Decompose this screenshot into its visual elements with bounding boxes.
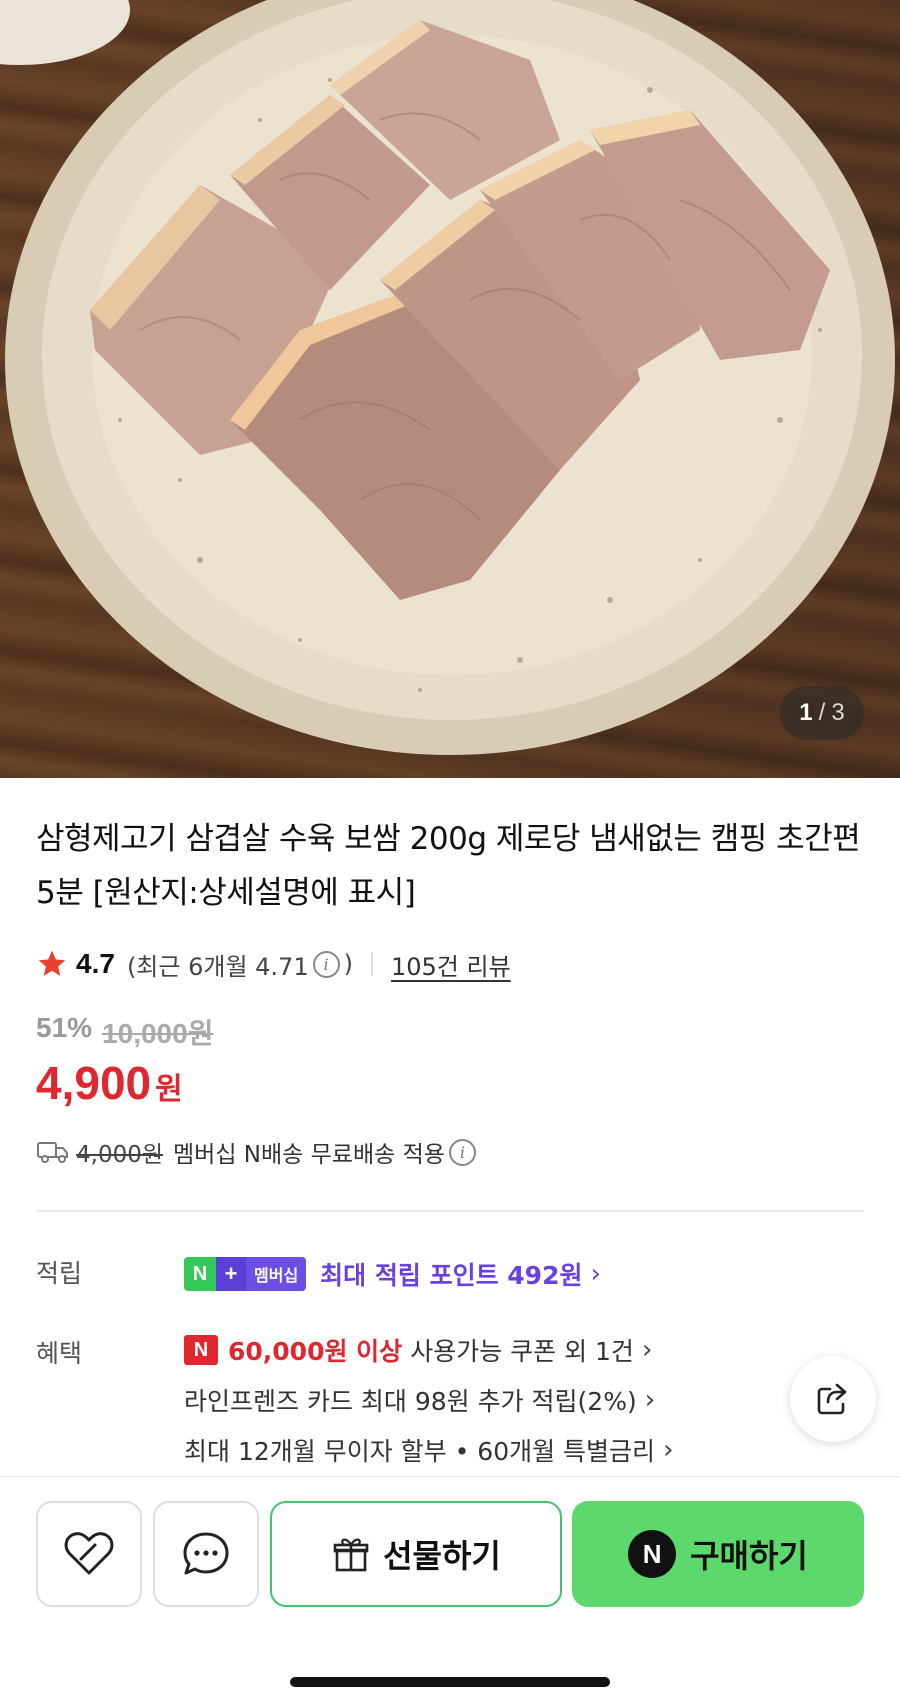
product-title: 삼형제고기 삼겹살 수육 보쌈 200g 제로당 냄새없는 캠핑 초간편 5분 … <box>36 821 861 911</box>
discount-row: 51% 10,000원 <box>36 1012 213 1052</box>
installment-benefit[interactable]: 최대 12개월 무이자 할부 • 60개월 특별금리 › <box>184 1430 673 1470</box>
original-price: 10,000원 <box>102 1018 214 1049</box>
gift-icon <box>333 1538 369 1572</box>
image-page-indicator: 1 / 3 <box>780 686 864 740</box>
product-image[interactable]: 1 / 3 <box>0 0 900 778</box>
card-benefit-text: 라인프렌즈 카드 최대 98원 추가 적립(2%) <box>184 1387 637 1416</box>
recent-rating: (최근 6개월 4.71 <box>126 952 309 981</box>
badge-membership: 멤버십 <box>246 1257 307 1291</box>
points-row[interactable]: N + 멤버십 최대 적립 포인트 492원 › <box>184 1254 601 1294</box>
delivery-original-fee: 4,000원 <box>76 1142 164 1168</box>
coupon-benefit[interactable]: N 60,000원 이상 사용가능 쿠폰 외 1건 › <box>184 1330 652 1370</box>
installment-text: 최대 12개월 무이자 할부 • 60개월 특별금리 <box>184 1437 656 1466</box>
delivery-text: 멤버십 N배송 무료배송 적용 <box>173 1142 445 1168</box>
coupon-text: 사용가능 쿠폰 외 1건 <box>410 1337 634 1366</box>
recent-rating-close: ) <box>343 950 353 978</box>
truck-icon <box>37 1142 68 1163</box>
badge-n: N <box>184 1257 216 1291</box>
rating-row: 4.7 (최근 6개월 4.71 i ) 105건 리뷰 <box>36 942 511 986</box>
card-benefit[interactable]: 라인프렌즈 카드 최대 98원 추가 적립(2%) › <box>184 1380 655 1420</box>
discount-rate: 51% <box>36 1012 93 1043</box>
image-page-current: 1 <box>799 699 813 726</box>
gift-button[interactable]: 선물하기 <box>270 1501 562 1607</box>
sale-price: 4,900 원 <box>36 1056 183 1110</box>
chevron-right-icon: › <box>663 1435 674 1465</box>
buy-button-label: 구매하기 <box>690 1537 808 1575</box>
chevron-right-icon: › <box>641 1335 653 1365</box>
buy-button[interactable]: N 구매하기 <box>572 1501 864 1607</box>
coupon-amount: 60,000원 이상 <box>228 1337 403 1366</box>
points-label: 적립 <box>36 1259 83 1288</box>
home-indicator <box>290 1677 610 1687</box>
share-icon <box>817 1383 847 1415</box>
talk-talk-button[interactable] <box>153 1501 259 1607</box>
naver-n-badge: N <box>184 1335 218 1365</box>
gift-button-label: 선물하기 <box>383 1537 501 1575</box>
naver-n-icon: N <box>628 1530 677 1578</box>
wishlist-button[interactable] <box>36 1501 142 1607</box>
info-icon[interactable]: i <box>448 1138 476 1166</box>
bottom-action-bar: 선물하기 N 구매하기 <box>0 1476 900 1705</box>
chevron-right-icon: › <box>644 1385 656 1415</box>
benefits-label: 혜택 <box>36 1339 83 1368</box>
rating-score: 4.7 <box>76 948 115 979</box>
section-divider <box>36 1210 864 1212</box>
max-points-text: 최대 적립 포인트 492원 <box>320 1261 583 1290</box>
info-icon[interactable]: i <box>312 950 340 978</box>
heart-icon <box>64 1532 114 1575</box>
chat-icon <box>183 1532 229 1575</box>
sale-price-currency: 원 <box>155 1073 183 1106</box>
nplus-membership-badge: N + 멤버십 <box>184 1257 307 1291</box>
image-page-total: 3 <box>831 699 845 726</box>
review-count-link[interactable]: 105건 리뷰 <box>391 947 511 982</box>
badge-plus: + <box>216 1257 246 1291</box>
image-page-separator: / <box>818 699 826 726</box>
rating-divider <box>370 952 373 976</box>
delivery-row: 4,000원 멤버십 N배송 무료배송 적용 i <box>36 1132 480 1172</box>
chevron-right-icon: › <box>590 1259 601 1289</box>
sale-price-amount: 4,900 <box>36 1057 152 1109</box>
share-button[interactable] <box>790 1356 876 1442</box>
product-photo-illustration <box>0 0 895 755</box>
star-icon <box>38 950 66 976</box>
